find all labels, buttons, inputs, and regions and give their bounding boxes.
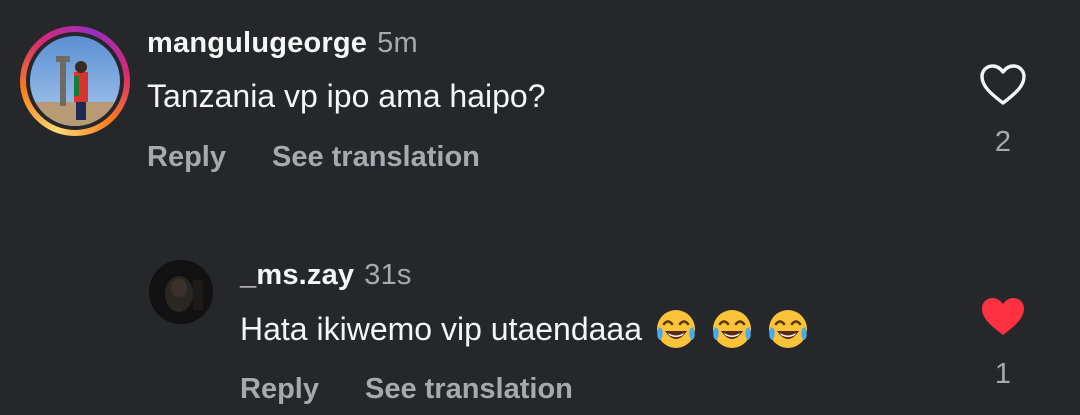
reply-button[interactable]: Reply: [240, 373, 319, 406]
comment-text: Tanzania vp ipo ama haipo?: [147, 78, 546, 115]
comment-text-content: Hata ikiwemo vip utaendaaa: [240, 310, 643, 347]
heart-filled-icon[interactable]: [980, 296, 1026, 338]
username[interactable]: _ms.zay 31s: [240, 259, 412, 292]
avatar-photo-icon: [30, 36, 120, 126]
face-with-tears-of-joy-icon: [769, 310, 808, 348]
face-with-tears-of-joy-icon: [657, 310, 696, 348]
avatar[interactable]: [30, 36, 120, 126]
comment-actions: Reply See translation: [147, 141, 480, 174]
like-control: 2: [978, 64, 1028, 159]
avatar[interactable]: [149, 260, 213, 324]
face-with-tears-of-joy-icon: [713, 310, 752, 348]
username-label[interactable]: _ms.zay: [240, 259, 354, 291]
avatar-photo-icon: [149, 260, 213, 324]
story-ring[interactable]: [20, 26, 130, 136]
reply-comment-item: _ms.zay 31s Hata ikiwemo vip utaendaaa R…: [0, 230, 1080, 415]
username-label[interactable]: mangulugeorge: [147, 27, 367, 59]
reply-button[interactable]: Reply: [147, 141, 226, 174]
see-translation-button[interactable]: See translation: [365, 373, 573, 406]
timestamp: 31s: [364, 259, 412, 291]
like-count: 1: [994, 358, 1012, 390]
see-translation-button[interactable]: See translation: [272, 141, 480, 174]
username[interactable]: mangulugeorge 5m: [147, 27, 418, 60]
comment-item: mangulugeorge 5m Tanzania vp ipo ama haip…: [0, 0, 1080, 200]
comment-text: Hata ikiwemo vip utaendaaa: [240, 307, 810, 351]
comment-text-content: Tanzania vp ipo ama haipo?: [147, 78, 546, 114]
like-count: 2: [994, 126, 1012, 158]
heart-outline-icon[interactable]: [980, 64, 1026, 106]
comment-actions: Reply See translation: [240, 373, 573, 406]
timestamp: 5m: [377, 27, 418, 59]
like-control: 1: [978, 296, 1028, 391]
